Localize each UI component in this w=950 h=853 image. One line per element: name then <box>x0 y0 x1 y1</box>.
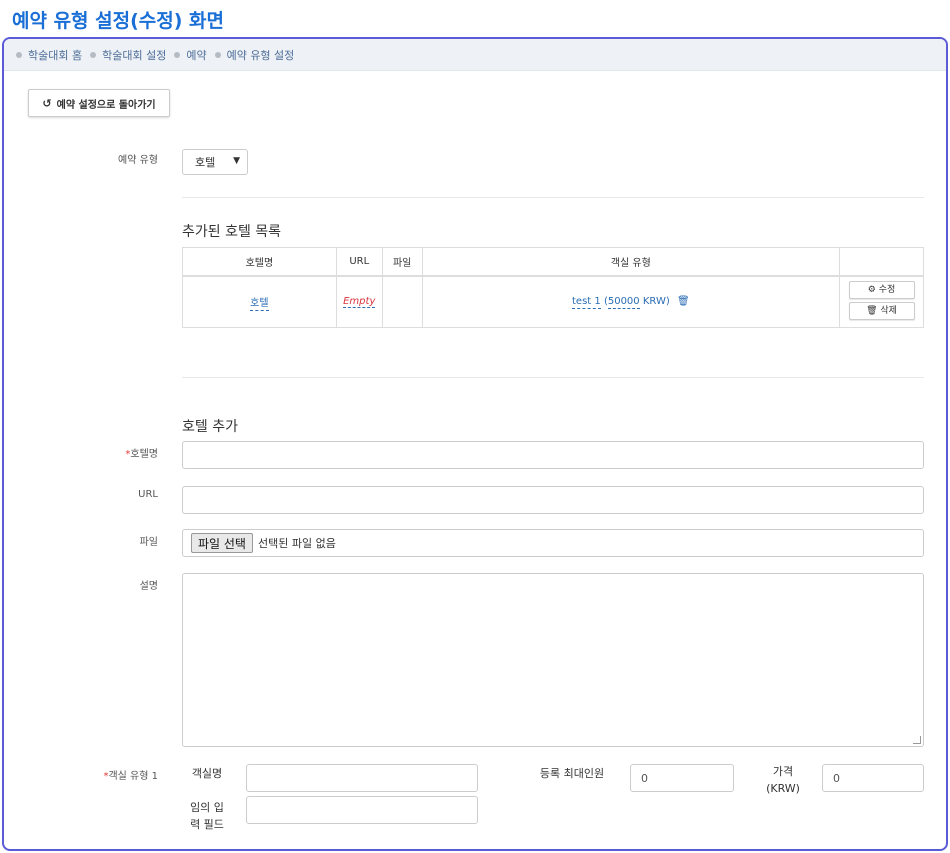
reservation-type-label: 예약 유형 <box>118 155 158 166</box>
col-header-hotel-name: 호텔명 <box>182 247 337 277</box>
description-label: 설명 <box>139 581 158 592</box>
file-status: 선택된 파일 없음 <box>257 537 336 550</box>
price-label: 가격 (KRW) <box>766 765 800 795</box>
price-input[interactable]: 0 <box>822 764 924 792</box>
breadcrumb-item-conference-settings[interactable]: 학술대회 설정 <box>90 47 166 63</box>
bullet-icon <box>16 51 22 58</box>
hotel-name-label: *호텔명 <box>125 449 158 460</box>
max-people-label: 등록 최대인원 <box>539 767 605 780</box>
caret-down-icon: ▼ <box>233 156 240 166</box>
room-name-input[interactable] <box>246 764 478 792</box>
gear-icon: ⚙ <box>867 284 879 295</box>
bullet-icon <box>174 51 181 58</box>
description-textarea[interactable] <box>182 573 924 747</box>
col-header-actions <box>839 247 924 277</box>
hotel-file-cell <box>381 275 423 328</box>
room-price-link[interactable]: 50000 <box>607 296 640 310</box>
hotel-table: 호텔명 URL 파일 객실 유형 호텔 Empty test 1 (50000 … <box>182 247 924 328</box>
hotel-url-value[interactable]: Empty <box>343 296 376 309</box>
hotel-list-title: 추가된 호텔 목록 <box>182 224 282 240</box>
undo-icon: ↺ <box>42 96 52 110</box>
max-people-input[interactable]: 0 <box>630 764 734 792</box>
file-choose-button[interactable]: 파일 선택 <box>191 533 253 553</box>
room-name-link[interactable]: test 1 <box>572 296 601 310</box>
breadcrumb-item-reservation[interactable]: 예약 <box>174 47 207 63</box>
add-hotel-title: 호텔 추가 <box>182 419 238 435</box>
back-to-reservation-settings-button[interactable]: ↺ 예약 설정으로 돌아가기 <box>28 89 170 117</box>
file-input[interactable]: 파일 선택 선택된 파일 없음 <box>182 529 924 557</box>
bullet-icon <box>90 51 97 58</box>
edit-button[interactable]: ⚙ 수정 <box>848 280 915 299</box>
room-type-label: *객실 유형 1 <box>103 771 158 782</box>
col-header-url: URL <box>335 247 383 277</box>
bullet-icon <box>214 51 221 58</box>
main-panel: 학술대회 홈 학술대회 설정 예약 예약 유형 설정 ↺ 예약 설정으로 돌아가… <box>2 37 948 851</box>
table-row: 호텔 Empty test 1 (50000 KRW) 🗑 ⚙ 수정 🗑 삭제 <box>182 275 924 328</box>
hotel-name-link[interactable]: 호텔 <box>250 298 269 312</box>
room-currency: KRW <box>642 296 666 308</box>
col-header-file: 파일 <box>381 247 423 277</box>
custom-field-label: 임의 입력 필드 <box>190 801 224 831</box>
breadcrumb: 학술대회 홈 학술대회 설정 예약 예약 유형 설정 <box>4 39 946 71</box>
breadcrumb-item-home[interactable]: 학술대회 홈 <box>16 47 82 63</box>
page-title: 예약 유형 설정(수정) 화면 <box>12 10 225 32</box>
hotel-name-input[interactable] <box>182 441 924 469</box>
divider <box>182 197 924 198</box>
url-input[interactable] <box>182 486 924 514</box>
reservation-type-select[interactable]: 호텔 ▼ <box>182 149 248 175</box>
breadcrumb-item-reservation-type[interactable]: 예약 유형 설정 <box>214 47 294 63</box>
col-header-room-type: 객실 유형 <box>421 247 841 277</box>
custom-field-input[interactable] <box>246 796 478 824</box>
room-name-label: 객실명 <box>191 767 223 780</box>
divider <box>182 377 924 378</box>
table-header-row: 호텔명 URL 파일 객실 유형 <box>182 247 924 277</box>
resize-handle-icon[interactable] <box>913 736 921 744</box>
trash-icon[interactable]: 🗑 <box>677 296 690 307</box>
trash-icon: 🗑 <box>866 305 881 316</box>
file-label: 파일 <box>139 537 158 548</box>
delete-button[interactable]: 🗑 삭제 <box>848 301 915 320</box>
url-label: URL <box>138 489 158 500</box>
